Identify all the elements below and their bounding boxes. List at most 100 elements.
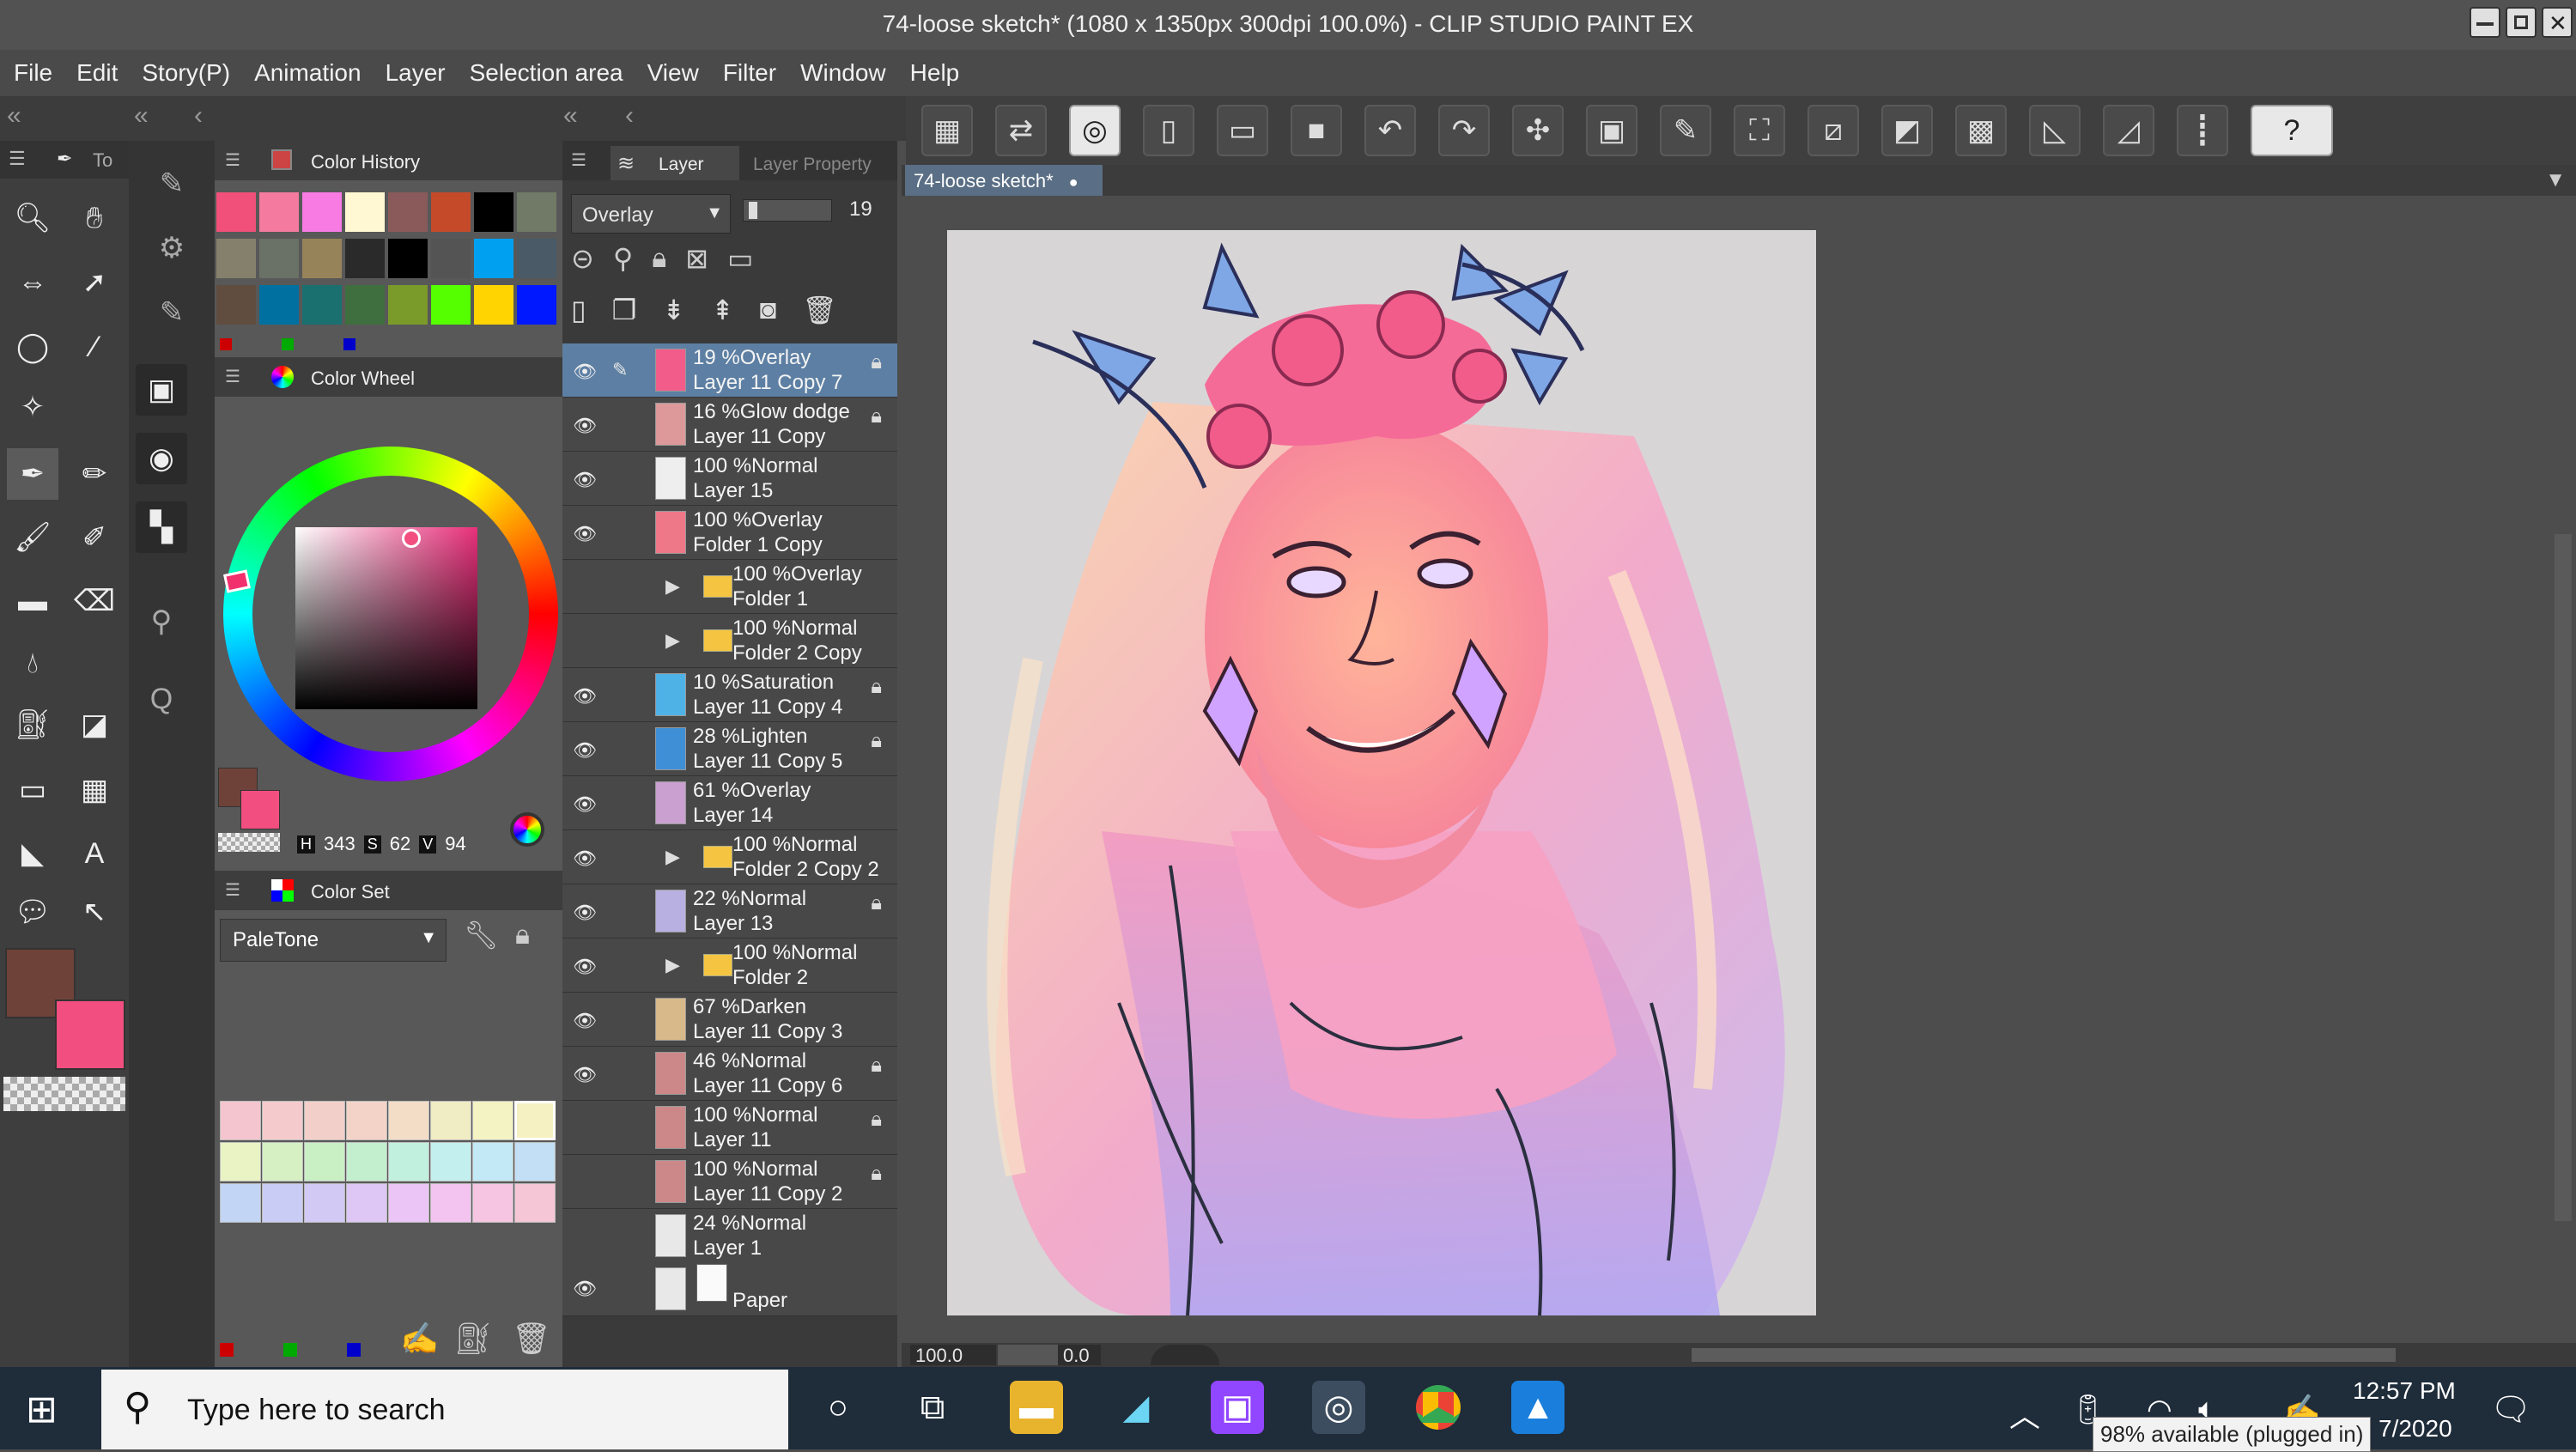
color-history-swatch[interactable]: [474, 285, 513, 325]
layer-row[interactable]: 👁︎ 100 %Normal Layer 15: [562, 452, 897, 506]
color-history-swatch[interactable]: [474, 239, 513, 278]
color-set-swatch[interactable]: [346, 1101, 387, 1140]
color-set-swatch[interactable]: [304, 1142, 345, 1182]
save-icon[interactable]: ■: [1291, 105, 1342, 156]
auto-select-icon[interactable]: ✧: [7, 381, 58, 433]
chrome-icon[interactable]: [1412, 1381, 1465, 1434]
color-history-swatch[interactable]: [345, 192, 385, 232]
menu-view[interactable]: View: [647, 59, 699, 87]
color-history-swatch[interactable]: [216, 239, 256, 278]
sub-tool-icon[interactable]: ✎: [146, 287, 197, 338]
color-history-swatch[interactable]: [474, 192, 513, 232]
menu-filter[interactable]: Filter: [723, 59, 776, 87]
layer-row[interactable]: 👁︎ ✎ 19 %Overlay Layer 11 Copy 7 🔒︎: [562, 343, 897, 398]
trash-icon[interactable]: 🗑︎: [512, 1321, 551, 1357]
fill-bucket-icon[interactable]: ⛽︎: [7, 699, 58, 750]
expand-folder-icon[interactable]: ▶: [665, 575, 680, 598]
trash-icon[interactable]: 🗑︎: [802, 294, 837, 337]
eye-icon[interactable]: 👁︎: [573, 1278, 597, 1300]
collapse-left-icon[interactable]: «: [134, 101, 149, 131]
eraser-icon[interactable]: ⌫: [69, 575, 120, 627]
menu-selection-area[interactable]: Selection area: [470, 59, 623, 87]
clip-studio-paint-icon[interactable]: ◎: [1312, 1381, 1365, 1434]
transform-icon[interactable]: ⛶: [1734, 105, 1785, 156]
mask-icon[interactable]: ▭: [727, 242, 753, 285]
new-raster-layer-icon[interactable]: ▯: [571, 294, 586, 337]
frame-border-icon[interactable]: ▦: [69, 764, 120, 816]
menu-edit[interactable]: Edit: [76, 59, 118, 87]
wrench-icon[interactable]: 🔧︎: [464, 919, 499, 951]
layer-row[interactable]: 👁︎ 16 %Glow dodge Layer 11 Copy 🔒︎: [562, 398, 897, 452]
color-history-swatch[interactable]: [302, 239, 342, 278]
color-set-swatch[interactable]: [430, 1142, 471, 1182]
layer-row[interactable]: 👁︎ ▶ 100 %Normal Folder 2: [562, 939, 897, 993]
clear-icon[interactable]: ✎: [1660, 105, 1711, 156]
lasso-icon[interactable]: ◯: [7, 321, 58, 373]
layer-row[interactable]: 👁︎ 67 %Darken Layer 11 Copy 3: [562, 993, 897, 1047]
merge-up-icon[interactable]: ⇞: [711, 294, 734, 337]
sub-tool-icon[interactable]: ⚙: [146, 222, 197, 274]
color-history-swatch[interactable]: [259, 192, 299, 232]
color-mode-toggle-icon[interactable]: [510, 812, 544, 847]
rotation-dial[interactable]: [1151, 1345, 1219, 1365]
ruler-tool-icon[interactable]: ◣: [7, 828, 58, 879]
eye-icon[interactable]: 👁︎: [573, 523, 597, 545]
close-button[interactable]: ✕: [2542, 7, 2573, 38]
clip-studio-icon[interactable]: ⇄: [995, 105, 1047, 156]
eye-icon[interactable]: 👁︎: [573, 956, 597, 978]
eye-icon[interactable]: 👁︎: [573, 685, 597, 708]
clip-studio-launcher-icon[interactable]: ◢: [1109, 1381, 1163, 1434]
color-history-swatch[interactable]: [216, 192, 256, 232]
panel-menu-icon[interactable]: ☰: [9, 148, 26, 170]
color-history-swatch[interactable]: [302, 192, 342, 232]
opacity-value[interactable]: 19: [849, 197, 872, 222]
color-set-swatch[interactable]: [430, 1183, 471, 1223]
collapse-arrow-icon[interactable]: ‹: [194, 101, 203, 131]
color-set-swatch[interactable]: [262, 1142, 303, 1182]
layer-row[interactable]: 100 %Normal Layer 11 Copy 2 🔒︎: [562, 1155, 897, 1209]
color-set-swatch[interactable]: [514, 1101, 556, 1140]
wheel-transparent-color[interactable]: [218, 833, 280, 852]
windows-start-icon[interactable]: ⊞: [26, 1388, 58, 1431]
color-set-swatch[interactable]: [514, 1183, 556, 1223]
color-history-swatch[interactable]: [431, 239, 471, 278]
clip-studio-logo-icon[interactable]: ◎: [1069, 105, 1121, 156]
expand-folder-icon[interactable]: ▶: [665, 954, 680, 976]
eye-icon[interactable]: 👁︎: [573, 739, 597, 762]
close-icon[interactable]: ●: [1069, 173, 1078, 191]
layer-row[interactable]: 👁︎ 10 %Saturation Layer 11 Copy 4 🔒︎: [562, 668, 897, 722]
opacity-slider[interactable]: [743, 199, 832, 222]
taskbar-time[interactable]: 12:57 PM: [2353, 1377, 2456, 1405]
hide-selection-icon[interactable]: ⧄: [1807, 105, 1859, 156]
lock-icon[interactable]: 🔒︎: [515, 919, 530, 951]
panel-menu-icon[interactable]: ☰: [225, 366, 240, 387]
color-set-swatch[interactable]: [514, 1142, 556, 1182]
eye-icon[interactable]: 👁︎: [573, 1064, 597, 1086]
panel-menu-icon[interactable]: ☰: [571, 149, 586, 171]
color-set-dropdown[interactable]: PaleTone ▼: [220, 919, 447, 962]
grid-toggle-icon[interactable]: ▩: [1955, 105, 2007, 156]
color-history-swatch[interactable]: [517, 285, 556, 325]
eye-icon[interactable]: 👁︎: [573, 415, 597, 437]
collapse-left-icon[interactable]: «: [7, 101, 21, 131]
select-all-icon[interactable]: ▣: [1586, 105, 1637, 156]
color-set-swatch[interactable]: [220, 1142, 261, 1182]
color-set-swatch[interactable]: [220, 1101, 261, 1140]
color-history-swatch[interactable]: [388, 285, 428, 325]
color-set-tab-icon[interactable]: ▚: [136, 501, 187, 553]
panel-menu-icon[interactable]: ☰: [225, 879, 240, 901]
expand-folder-icon[interactable]: ▶: [665, 629, 680, 652]
help-icon[interactable]: ?: [2251, 105, 2333, 156]
layer-row[interactable]: 👁︎ 61 %Overlay Layer 14: [562, 776, 897, 830]
redo-icon[interactable]: ↷: [1438, 105, 1490, 156]
operation-icon[interactable]: ➚: [69, 257, 120, 308]
color-set-swatch[interactable]: [472, 1101, 513, 1140]
color-history-swatch[interactable]: [388, 192, 428, 232]
color-set-swatch[interactable]: [262, 1183, 303, 1223]
layer-row[interactable]: 100 %Normal Layer 11 🔒︎: [562, 1101, 897, 1155]
hand-icon[interactable]: ✋︎: [69, 192, 120, 244]
cortana-icon[interactable]: ○: [811, 1381, 865, 1434]
gradient-icon[interactable]: ◪: [69, 699, 120, 750]
opacity-slider-thumb[interactable]: [749, 202, 757, 219]
chevron-up-icon[interactable]: ︿: [2009, 1391, 2040, 1436]
